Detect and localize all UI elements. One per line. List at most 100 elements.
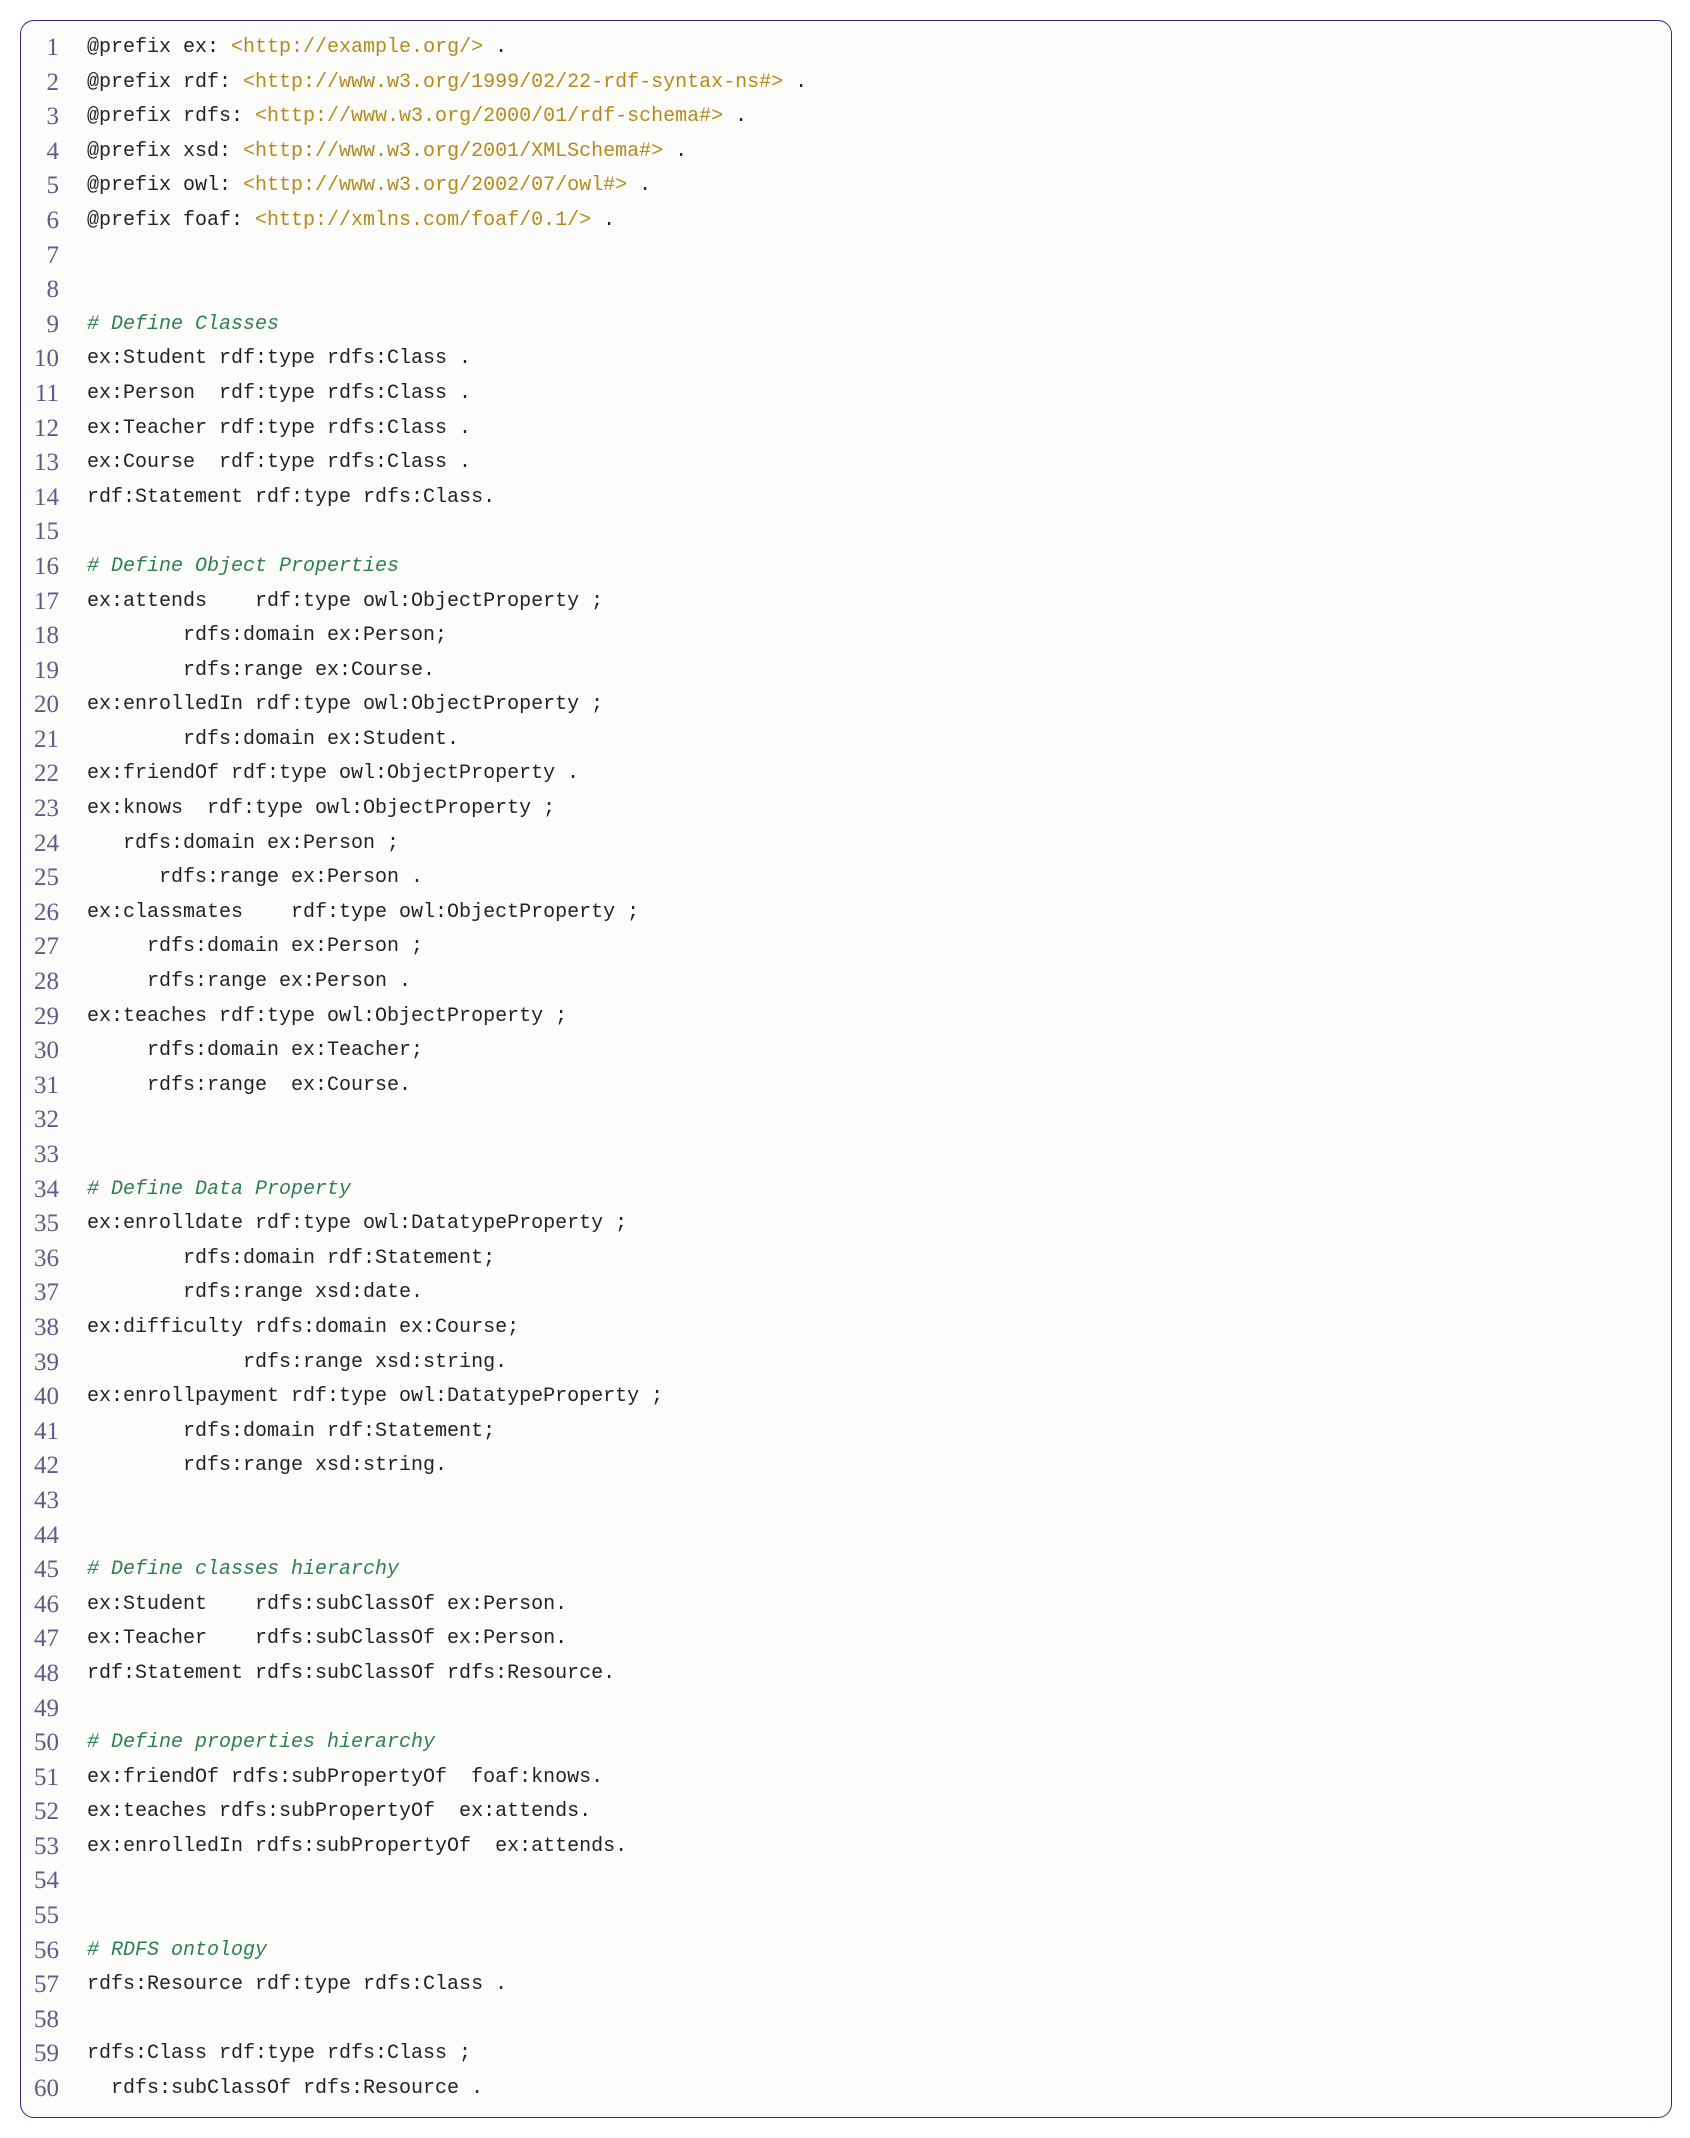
code-segment: @prefix xsd: [87, 140, 243, 163]
code-line [87, 239, 1661, 274]
code-line: # Define Data Property [87, 1173, 1661, 1208]
code-segment: <http://www.w3.org/2000/01/rdf-schema#> [255, 105, 723, 128]
code-line: rdfs:range ex:Person . [87, 965, 1661, 1000]
line-number: 8 [21, 273, 69, 308]
code-line: ex:enrollpayment rdf:type owl:DatatypePr… [87, 1380, 1661, 1415]
code-line [87, 1692, 1661, 1727]
code-line [87, 515, 1661, 550]
line-number: 20 [21, 688, 69, 723]
code-segment: . [483, 36, 507, 59]
line-number: 34 [21, 1173, 69, 1208]
code-segment: rdfs:range ex:Course. [87, 659, 435, 682]
code-segment: @prefix rdf: [87, 71, 243, 94]
code-segment: . [627, 174, 651, 197]
code-segment: ex:Course rdf:type rdfs:Class . [87, 451, 471, 474]
code-segment: rdfs:domain ex:Student. [87, 728, 459, 751]
code-line: # RDFS ontology [87, 1934, 1661, 1969]
line-number: 51 [21, 1761, 69, 1796]
code-segment: rdf:Statement rdfs:subClassOf rdfs:Resou… [87, 1662, 615, 1685]
code-segment: ex:enrolledIn rdf:type owl:ObjectPropert… [87, 693, 603, 716]
code-segment: # Define properties hierarchy [87, 1731, 435, 1754]
line-number: 4 [21, 135, 69, 170]
line-number: 30 [21, 1034, 69, 1069]
line-number: 27 [21, 930, 69, 965]
line-number: 16 [21, 550, 69, 585]
code-line: ex:difficulty rdfs:domain ex:Course; [87, 1311, 1661, 1346]
line-number: 19 [21, 654, 69, 689]
code-line: ex:knows rdf:type owl:ObjectProperty ; [87, 792, 1661, 827]
line-number: 38 [21, 1311, 69, 1346]
line-number: 45 [21, 1553, 69, 1588]
code-segment: @prefix foaf: [87, 209, 255, 232]
code-line: ex:Student rdf:type rdfs:Class . [87, 342, 1661, 377]
line-number: 59 [21, 2037, 69, 2072]
line-number: 21 [21, 723, 69, 758]
code-line: ex:teaches rdfs:subPropertyOf ex:attends… [87, 1795, 1661, 1830]
line-number: 2 [21, 66, 69, 101]
line-number: 56 [21, 1934, 69, 1969]
code-line: @prefix rdfs: <http://www.w3.org/2000/01… [87, 100, 1661, 135]
line-number: 15 [21, 515, 69, 550]
code-segment: ex:Teacher rdfs:subClassOf ex:Person. [87, 1627, 567, 1650]
line-number: 33 [21, 1138, 69, 1173]
code-line: rdfs:domain ex:Person ; [87, 930, 1661, 965]
code-segment: ex:teaches rdfs:subPropertyOf ex:attends… [87, 1800, 591, 1823]
code-segment: ex:enrollpayment rdf:type owl:DatatypePr… [87, 1385, 663, 1408]
code-line: # Define Classes [87, 308, 1661, 343]
code-segment: ex:Teacher rdf:type rdfs:Class . [87, 417, 471, 440]
line-number: 49 [21, 1692, 69, 1727]
line-number: 54 [21, 1864, 69, 1899]
line-number: 42 [21, 1449, 69, 1484]
code-line: ex:attends rdf:type owl:ObjectProperty ; [87, 585, 1661, 620]
code-segment: ex:friendOf rdf:type owl:ObjectProperty … [87, 762, 579, 785]
code-segment: rdfs:domain ex:Person ; [87, 935, 423, 958]
line-number: 24 [21, 827, 69, 862]
line-number: 31 [21, 1069, 69, 1104]
code-segment: ex:enrolldate rdf:type owl:DatatypePrope… [87, 1212, 627, 1235]
line-number: 58 [21, 2003, 69, 2038]
code-line: ex:enrolledIn rdf:type owl:ObjectPropert… [87, 688, 1661, 723]
code-segment: rdfs:range xsd:date. [87, 1281, 423, 1304]
code-line: rdfs:range xsd:string. [87, 1346, 1661, 1381]
line-number: 14 [21, 481, 69, 516]
code-line: rdfs:Resource rdf:type rdfs:Class . [87, 1968, 1661, 2003]
code-segment: <http://www.w3.org/2001/XMLSchema#> [243, 140, 663, 163]
code-segment: ex:enrolledIn rdfs:subPropertyOf ex:atte… [87, 1835, 627, 1858]
code-segment: ex:teaches rdf:type owl:ObjectProperty ; [87, 1005, 567, 1028]
code-line [87, 1138, 1661, 1173]
code-line: rdfs:domain ex:Person ; [87, 827, 1661, 862]
line-number: 36 [21, 1242, 69, 1277]
code-content: @prefix ex: <http://example.org/> .@pref… [69, 21, 1671, 2117]
code-line: rdf:Statement rdfs:subClassOf rdfs:Resou… [87, 1657, 1661, 1692]
code-segment: <http://xmlns.com/foaf/0.1/> [255, 209, 591, 232]
line-number: 13 [21, 446, 69, 481]
code-line: @prefix rdf: <http://www.w3.org/1999/02/… [87, 66, 1661, 101]
code-segment: <http://www.w3.org/1999/02/22-rdf-syntax… [243, 71, 783, 94]
line-number: 43 [21, 1484, 69, 1519]
code-line: ex:enrolldate rdf:type owl:DatatypePrope… [87, 1207, 1661, 1242]
code-segment: . [783, 71, 807, 94]
line-number-gutter: 1234567891011121314151617181920212223242… [21, 21, 69, 2117]
code-line: @prefix owl: <http://www.w3.org/2002/07/… [87, 169, 1661, 204]
code-line: # Define classes hierarchy [87, 1553, 1661, 1588]
line-number: 5 [21, 169, 69, 204]
line-number: 50 [21, 1726, 69, 1761]
code-segment: # RDFS ontology [87, 1939, 267, 1962]
code-segment: rdfs:range xsd:string. [87, 1454, 447, 1477]
code-segment: # Define Object Properties [87, 555, 399, 578]
code-line: @prefix foaf: <http://xmlns.com/foaf/0.1… [87, 204, 1661, 239]
code-segment: <http://example.org/> [231, 36, 483, 59]
code-segment: ex:difficulty rdfs:domain ex:Course; [87, 1316, 519, 1339]
code-line: rdf:Statement rdf:type rdfs:Class. [87, 481, 1661, 516]
line-number: 11 [21, 377, 69, 412]
code-segment: @prefix ex: [87, 36, 231, 59]
code-segment: # Define classes hierarchy [87, 1558, 399, 1581]
code-segment: rdfs:Class rdf:type rdfs:Class ; [87, 2042, 471, 2065]
line-number: 22 [21, 757, 69, 792]
code-segment: ex:Student rdf:type rdfs:Class . [87, 347, 471, 370]
line-number: 57 [21, 1968, 69, 2003]
code-line: ex:Teacher rdf:type rdfs:Class . [87, 412, 1661, 447]
line-number: 7 [21, 239, 69, 274]
code-line: ex:Student rdfs:subClassOf ex:Person. [87, 1588, 1661, 1623]
code-segment: rdfs:domain rdf:Statement; [87, 1420, 495, 1443]
